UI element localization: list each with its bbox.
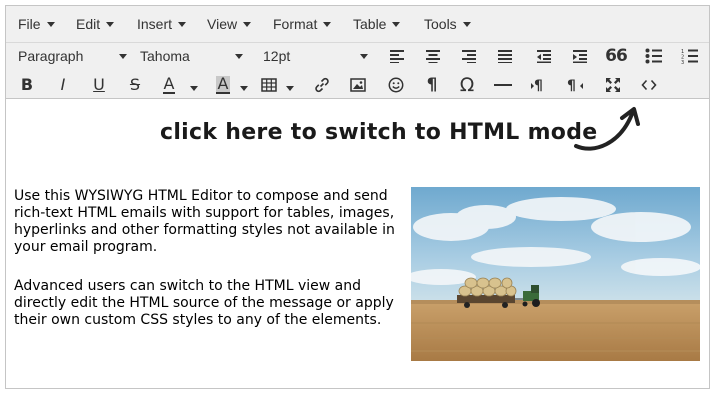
rtl-button[interactable]: ¶: [562, 73, 588, 97]
bold-button[interactable]: B: [14, 73, 40, 97]
svg-text:¶: ¶: [534, 78, 543, 93]
fullscreen-button[interactable]: [600, 73, 626, 97]
chevron-down-icon: [462, 21, 471, 27]
font-family-value: Tahoma: [140, 48, 190, 64]
fullscreen-icon: [606, 78, 620, 92]
emoticon-icon: [388, 77, 404, 93]
link-icon: [315, 77, 329, 93]
content-image: [411, 187, 700, 361]
content-paragraph-1: Use this WYSIWYG HTML Editor to compose …: [14, 188, 395, 255]
ltr-icon: ¶: [531, 78, 543, 93]
image-button[interactable]: [345, 73, 371, 97]
menu-file-label: File: [18, 16, 41, 32]
menu-view-label: View: [207, 16, 238, 32]
italic-button[interactable]: I: [50, 73, 76, 97]
menu-view[interactable]: View: [207, 16, 252, 32]
menu-insert[interactable]: Insert: [137, 16, 187, 32]
outdent-icon: [537, 50, 551, 63]
blockquote-icon: 66: [605, 46, 628, 66]
menu-format[interactable]: Format: [273, 16, 332, 32]
align-center-icon: [426, 50, 440, 63]
align-left-icon: [390, 50, 404, 63]
font-size-value: 12pt: [263, 48, 291, 64]
svg-text:3: 3: [681, 60, 684, 64]
menu-edit[interactable]: Edit: [76, 16, 115, 32]
chevron-down-icon: [240, 86, 248, 91]
font-family-select[interactable]: Tahoma: [140, 48, 250, 64]
chevron-down-icon: [392, 21, 401, 27]
outdent-button[interactable]: [531, 44, 557, 68]
chevron-down-icon: [190, 86, 198, 91]
image-icon: [350, 78, 366, 92]
pilcrow-icon: ¶: [426, 75, 438, 95]
align-center-button[interactable]: [420, 44, 446, 68]
table-button[interactable]: [258, 73, 280, 97]
menu-table-label: Table: [353, 16, 387, 32]
source-code-button[interactable]: [636, 73, 662, 97]
indent-button[interactable]: [567, 44, 593, 68]
align-justify-button[interactable]: [492, 44, 518, 68]
align-left-button[interactable]: [384, 44, 410, 68]
background-color-icon: A: [215, 74, 231, 94]
horizontal-rule-button[interactable]: [490, 73, 516, 97]
nonbreaking-button[interactable]: ¶: [419, 73, 445, 97]
bullet-list-button[interactable]: [641, 44, 667, 68]
strikethrough-button[interactable]: S: [122, 73, 148, 97]
align-right-icon: [462, 50, 476, 63]
align-right-button[interactable]: [456, 44, 482, 68]
content-paragraph-2: Advanced users can switch to the HTML vi…: [14, 278, 394, 328]
chevron-down-icon: [243, 21, 252, 27]
chevron-down-icon: [46, 21, 55, 27]
ltr-button[interactable]: ¶: [526, 73, 552, 97]
menu-insert-label: Insert: [137, 16, 173, 32]
underline-button[interactable]: U: [86, 73, 112, 97]
numbered-list-button[interactable]: 123: [677, 44, 703, 68]
background-color-button[interactable]: A: [212, 73, 234, 97]
editor-toolbar-area: File Edit Insert View Format Table Tools…: [6, 6, 709, 99]
chevron-down-icon: [323, 21, 332, 27]
text-color-icon: A: [162, 74, 176, 94]
chevron-down-icon: [286, 86, 294, 91]
block-format-select[interactable]: Paragraph: [18, 48, 128, 64]
chevron-down-icon: [235, 54, 243, 59]
menu-tools-label: Tools: [424, 16, 457, 32]
menu-table[interactable]: Table: [353, 16, 401, 32]
underline-icon: U: [93, 75, 105, 94]
italic-icon: I: [60, 75, 66, 94]
block-format-value: Paragraph: [18, 48, 84, 64]
arrow-icon: [574, 107, 640, 151]
chevron-down-icon: [360, 54, 368, 59]
chevron-down-icon: [119, 54, 127, 59]
emoticon-button[interactable]: [383, 73, 409, 97]
align-justify-icon: [498, 50, 512, 63]
svg-text:¶: ¶: [567, 78, 576, 93]
menu-format-label: Format: [273, 16, 318, 32]
strikethrough-icon: S: [129, 75, 141, 94]
hay-field-photo: [411, 187, 700, 361]
numbered-list-icon: 123: [681, 49, 698, 64]
bullet-list-icon: [645, 48, 662, 64]
rtl-icon: ¶: [567, 78, 583, 93]
special-char-button[interactable]: Ω: [454, 73, 480, 97]
menu-bar: File Edit Insert View Format Table Tools: [6, 6, 709, 43]
indent-icon: [573, 50, 587, 63]
chevron-down-icon: [178, 21, 187, 27]
text-color-button[interactable]: A: [158, 73, 180, 97]
blockquote-button[interactable]: 66: [603, 44, 629, 68]
menu-edit-label: Edit: [76, 16, 101, 32]
horizontal-rule-icon: [494, 84, 512, 86]
chevron-down-icon: [106, 21, 115, 27]
omega-icon: Ω: [459, 74, 475, 96]
link-button[interactable]: [309, 73, 335, 97]
bold-icon: B: [20, 75, 34, 94]
callout-text: click here to switch to HTML mode: [160, 120, 598, 145]
menu-file[interactable]: File: [18, 16, 55, 32]
menu-tools[interactable]: Tools: [424, 16, 471, 32]
font-size-select[interactable]: 12pt: [263, 48, 373, 64]
table-icon: [261, 78, 277, 92]
source-code-icon: [641, 79, 657, 91]
